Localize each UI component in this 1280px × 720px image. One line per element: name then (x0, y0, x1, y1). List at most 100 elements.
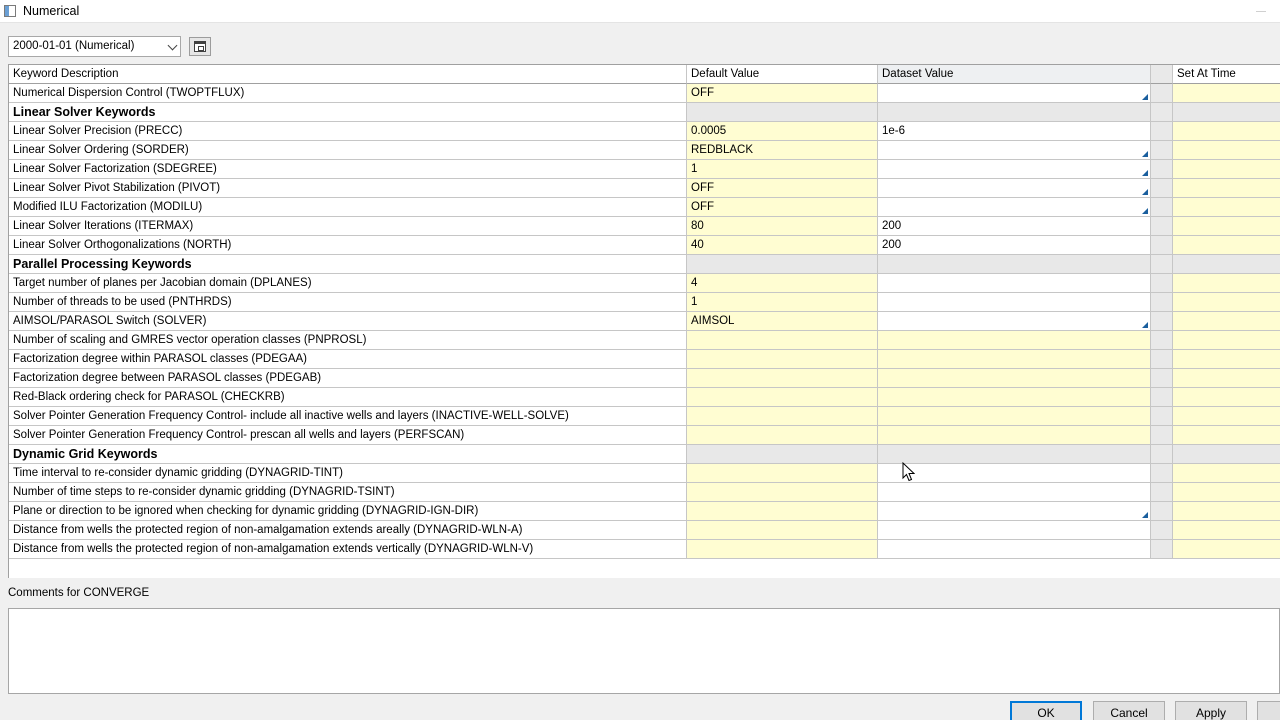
dataset-value-cell[interactable] (878, 312, 1151, 331)
dataset-value-cell[interactable] (878, 274, 1151, 293)
column-header-dataset[interactable]: Dataset Value (878, 65, 1151, 84)
set-at-time-cell[interactable] (1173, 502, 1280, 521)
table-row: Plane or direction to be ignored when ch… (9, 502, 1280, 521)
row-gap-cell (1151, 426, 1173, 445)
keyword-description[interactable]: Modified ILU Factorization (MODILU) (9, 198, 687, 217)
set-at-time-cell[interactable] (1173, 141, 1280, 160)
set-at-time-cell[interactable] (1173, 312, 1280, 331)
row-gap-cell (1151, 122, 1173, 141)
set-at-time-cell[interactable] (1173, 84, 1280, 103)
table-row: Linear Solver Orthogonalizations (NORTH)… (9, 236, 1280, 255)
dropdown-marker-icon[interactable] (1142, 208, 1148, 214)
apply-button[interactable]: Apply (1175, 701, 1247, 720)
dataset-value-cell[interactable]: 200 (878, 236, 1151, 255)
set-at-time-cell[interactable] (1173, 217, 1280, 236)
keyword-description[interactable]: Distance from wells the protected region… (9, 540, 687, 559)
set-at-time-cell[interactable] (1173, 350, 1280, 369)
set-at-time-cell[interactable] (1173, 521, 1280, 540)
keyword-description[interactable]: Linear Solver Orthogonalizations (NORTH) (9, 236, 687, 255)
set-at-time-cell[interactable] (1173, 388, 1280, 407)
dataset-value-cell[interactable] (878, 350, 1151, 369)
set-at-time-cell[interactable] (1173, 274, 1280, 293)
dropdown-marker-icon[interactable] (1142, 322, 1148, 328)
minimize-icon[interactable] (1256, 11, 1266, 12)
dataset-value-cell[interactable]: 1e-6 (878, 122, 1151, 141)
dataset-value-cell[interactable] (878, 426, 1151, 445)
set-at-time-cell[interactable] (1173, 198, 1280, 217)
keyword-description[interactable]: Time interval to re-consider dynamic gri… (9, 464, 687, 483)
dataset-value-cell[interactable] (878, 331, 1151, 350)
column-header-description[interactable]: Keyword Description (9, 65, 687, 84)
set-at-time-cell[interactable] (1173, 426, 1280, 445)
table-row: Distance from wells the protected region… (9, 540, 1280, 559)
keyword-description[interactable]: Distance from wells the protected region… (9, 521, 687, 540)
dropdown-marker-icon[interactable] (1142, 170, 1148, 176)
keyword-description[interactable]: Solver Pointer Generation Frequency Cont… (9, 426, 687, 445)
table-row: Linear Solver Ordering (SORDER) REDBLACK (9, 141, 1280, 160)
set-at-time-cell[interactable] (1173, 464, 1280, 483)
dataset-value-cell[interactable] (878, 521, 1151, 540)
keyword-description[interactable]: Plane or direction to be ignored when ch… (9, 502, 687, 521)
dataset-select[interactable]: 2000-01-01 (Numerical) (8, 36, 181, 57)
set-at-time-cell[interactable] (1173, 369, 1280, 388)
default-value-cell (687, 521, 878, 540)
window-view-button[interactable] (189, 37, 211, 56)
keyword-description[interactable]: Number of scaling and GMRES vector opera… (9, 331, 687, 350)
dataset-value-cell[interactable] (878, 407, 1151, 426)
keyword-description[interactable]: Linear Solver Factorization (SDEGREE) (9, 160, 687, 179)
dataset-value-cell[interactable] (878, 483, 1151, 502)
keyword-description[interactable]: Solver Pointer Generation Frequency Cont… (9, 407, 687, 426)
dataset-value-cell[interactable] (878, 179, 1151, 198)
dataset-value-cell[interactable] (878, 388, 1151, 407)
keyword-description[interactable]: Numerical Dispersion Control (TWOPTFLUX) (9, 84, 687, 103)
dataset-value-cell[interactable] (878, 502, 1151, 521)
help-button[interactable] (1257, 701, 1280, 720)
dataset-value-cell[interactable] (878, 540, 1151, 559)
keyword-description[interactable]: Red-Black ordering check for PARASOL (CH… (9, 388, 687, 407)
dataset-value-cell[interactable] (878, 369, 1151, 388)
row-gap-cell (1151, 540, 1173, 559)
keyword-description[interactable]: Factorization degree between PARASOL cla… (9, 369, 687, 388)
ok-button[interactable]: OK (1010, 701, 1082, 720)
keyword-description[interactable]: AIMSOL/PARASOL Switch (SOLVER) (9, 312, 687, 331)
keyword-description[interactable]: Number of threads to be used (PNTHRDS) (9, 293, 687, 312)
dropdown-marker-icon[interactable] (1142, 94, 1148, 100)
set-at-time-cell[interactable] (1173, 179, 1280, 198)
default-value-cell (687, 350, 878, 369)
dropdown-marker-icon[interactable] (1142, 151, 1148, 157)
column-header-default[interactable]: Default Value (687, 65, 878, 84)
set-at-time-cell[interactable] (1173, 122, 1280, 141)
row-gap-cell (1151, 84, 1173, 103)
set-at-time-cell[interactable] (1173, 483, 1280, 502)
set-at-time-cell[interactable] (1173, 236, 1280, 255)
dataset-value-cell[interactable] (878, 160, 1151, 179)
dropdown-marker-icon[interactable] (1142, 189, 1148, 195)
dataset-value-cell[interactable] (878, 84, 1151, 103)
dataset-value-cell[interactable] (878, 293, 1151, 312)
dataset-value-cell[interactable]: 200 (878, 217, 1151, 236)
keyword-description[interactable]: Factorization degree within PARASOL clas… (9, 350, 687, 369)
keyword-description[interactable]: Linear Solver Ordering (SORDER) (9, 141, 687, 160)
keyword-description[interactable]: Linear Solver Iterations (ITERMAX) (9, 217, 687, 236)
set-at-time-cell (1173, 255, 1280, 274)
cancel-button[interactable]: Cancel (1093, 701, 1165, 720)
keyword-description[interactable]: Linear Solver Pivot Stabilization (PIVOT… (9, 179, 687, 198)
dataset-select-value: 2000-01-01 (Numerical) (13, 40, 135, 52)
dataset-value-cell (878, 445, 1151, 464)
comments-textarea[interactable] (8, 608, 1280, 694)
keyword-description[interactable]: Linear Solver Precision (PRECC) (9, 122, 687, 141)
set-at-time-cell[interactable] (1173, 407, 1280, 426)
dataset-value-cell[interactable] (878, 198, 1151, 217)
set-at-time-cell[interactable] (1173, 331, 1280, 350)
keyword-description[interactable]: Target number of planes per Jacobian dom… (9, 274, 687, 293)
set-at-time-cell[interactable] (1173, 293, 1280, 312)
keyword-description[interactable]: Number of time steps to re-consider dyna… (9, 483, 687, 502)
column-header-set-at[interactable]: Set At Time (1173, 65, 1280, 84)
default-value-cell: 1 (687, 293, 878, 312)
dataset-value-cell[interactable] (878, 464, 1151, 483)
dropdown-marker-icon[interactable] (1142, 512, 1148, 518)
section-title: Dynamic Grid Keywords (9, 445, 687, 464)
set-at-time-cell[interactable] (1173, 160, 1280, 179)
set-at-time-cell[interactable] (1173, 540, 1280, 559)
dataset-value-cell[interactable] (878, 141, 1151, 160)
